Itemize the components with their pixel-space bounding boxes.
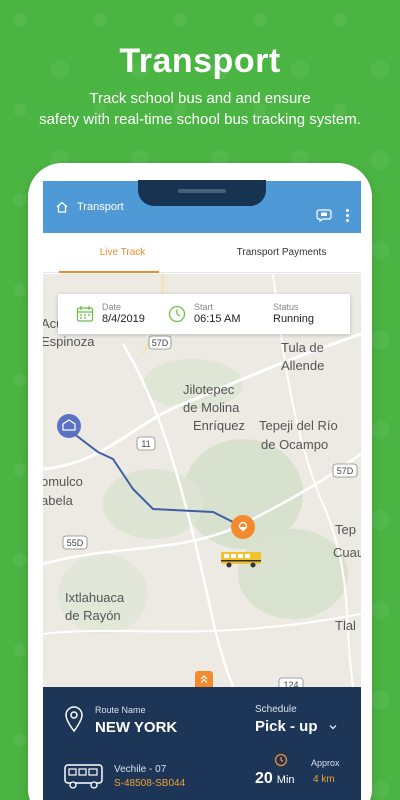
- app-bar-actions: [316, 208, 349, 222]
- hero-subtitle-line-2: safety with real-time school bus trackin…: [39, 111, 361, 128]
- bus-icon: [64, 764, 103, 789]
- location-pin-icon: [65, 706, 83, 733]
- school-marker-icon[interactable]: [57, 414, 81, 438]
- chevron-double-up-icon: [200, 675, 208, 683]
- tab-live-track[interactable]: Live Track: [43, 233, 202, 272]
- schedule-label: Schedule: [255, 704, 297, 715]
- eta-clock-icon: [274, 753, 288, 767]
- trip-date: Date 8/4/2019: [76, 302, 145, 326]
- map-place-label: Ixtlahuaca: [65, 590, 125, 605]
- svg-text:55D: 55D: [67, 538, 84, 548]
- more-vertical-icon[interactable]: [346, 208, 349, 222]
- phone-screen: Transport Live Track Transport Payments: [43, 181, 361, 800]
- svg-text:57D: 57D: [337, 466, 354, 476]
- date-label: Date: [102, 302, 122, 312]
- map-terrain: [103, 469, 203, 539]
- highway-shield: 55D: [62, 535, 88, 550]
- hero-subtitle: Track school bus and and ensure safety w…: [0, 88, 400, 130]
- hero-subtitle-line-1: Track school bus and and ensure: [89, 90, 311, 107]
- map-place-label: de Ocampo: [261, 437, 328, 452]
- tab-bar: Live Track Transport Payments: [43, 233, 361, 273]
- trip-start: Start 06:15 AM: [168, 302, 240, 326]
- schedule-value: Pick - up: [255, 718, 318, 735]
- map-place-label: Allende: [281, 358, 324, 373]
- start-label: Start: [194, 302, 214, 312]
- hero-title: Transport: [119, 42, 281, 80]
- map-place-label: Enríquez: [193, 418, 245, 433]
- highway-shield: 124: [278, 677, 304, 687]
- map-place-label: Tepeji del Río: [259, 418, 338, 433]
- eta: 20 Min: [255, 770, 295, 788]
- svg-text:57D: 57D: [152, 338, 169, 348]
- clock-icon: [168, 305, 186, 323]
- map-place-label: Tlal: [335, 618, 356, 633]
- map-place-label: abela: [43, 493, 74, 508]
- eta-value: 20: [255, 770, 273, 787]
- highway-shield: 57D: [148, 335, 172, 350]
- status-label: Status: [273, 302, 299, 312]
- trip-info-card: Date 8/4/2019 Start 06:15 AM Status Runn…: [58, 294, 350, 334]
- map-place-label: Jilotepec: [183, 382, 235, 397]
- highway-shield: 11: [136, 436, 156, 451]
- app-bar-title: Transport: [77, 201, 124, 213]
- chevron-down-icon: [329, 724, 336, 729]
- map-place-label: omulco: [43, 474, 83, 489]
- route-name-value: NEW YORK: [95, 719, 178, 736]
- eta-unit: Min: [276, 774, 295, 786]
- map-place-label: Espinoza: [43, 334, 95, 349]
- map-view[interactable]: 57D 11 57D 55D 124 Acu Espinoza Tula de …: [43, 274, 361, 687]
- map-terrain: [238, 529, 348, 619]
- approx-label: Approx: [311, 758, 340, 768]
- tab-transport-payments[interactable]: Transport Payments: [202, 233, 361, 272]
- approx-value: 4 km: [313, 774, 335, 785]
- route-panel: Route Name NEW YORK Schedule Pick - up V…: [43, 687, 361, 800]
- svg-text:124: 124: [283, 680, 298, 687]
- active-tab-indicator: [59, 271, 159, 273]
- map-place-label: Cuau: [333, 545, 361, 560]
- schedule-dropdown[interactable]: Pick - up: [255, 718, 338, 735]
- date-value: 8/4/2019: [102, 313, 145, 325]
- phone-notch: [138, 180, 266, 206]
- calendar-icon: [76, 306, 94, 322]
- route-name-label: Route Name: [95, 705, 146, 715]
- location-pin-icon[interactable]: [231, 515, 255, 539]
- svg-text:11: 11: [141, 439, 150, 449]
- start-value: 06:15 AM: [194, 313, 241, 325]
- vehicle-label: Vechile - 07: [114, 764, 167, 775]
- speaker-bar: [178, 189, 226, 193]
- status-value: Running: [273, 313, 314, 325]
- bus-chat-icon[interactable]: [316, 208, 332, 222]
- highway-shield: 57D: [332, 463, 358, 478]
- map-place-label: Tep: [335, 522, 356, 537]
- map-place-label: Tula de: [281, 340, 324, 355]
- trip-status: Status Running: [273, 302, 314, 326]
- map-canvas: 57D 11 57D 55D 124 Acu Espinoza Tula de …: [43, 274, 361, 687]
- map-place-label: de Rayón: [65, 608, 121, 623]
- vehicle-id: S-48508-SB044: [114, 778, 186, 789]
- home-icon[interactable]: [55, 200, 69, 214]
- map-place-label: de Molina: [183, 400, 240, 415]
- expand-panel-button[interactable]: [195, 671, 213, 687]
